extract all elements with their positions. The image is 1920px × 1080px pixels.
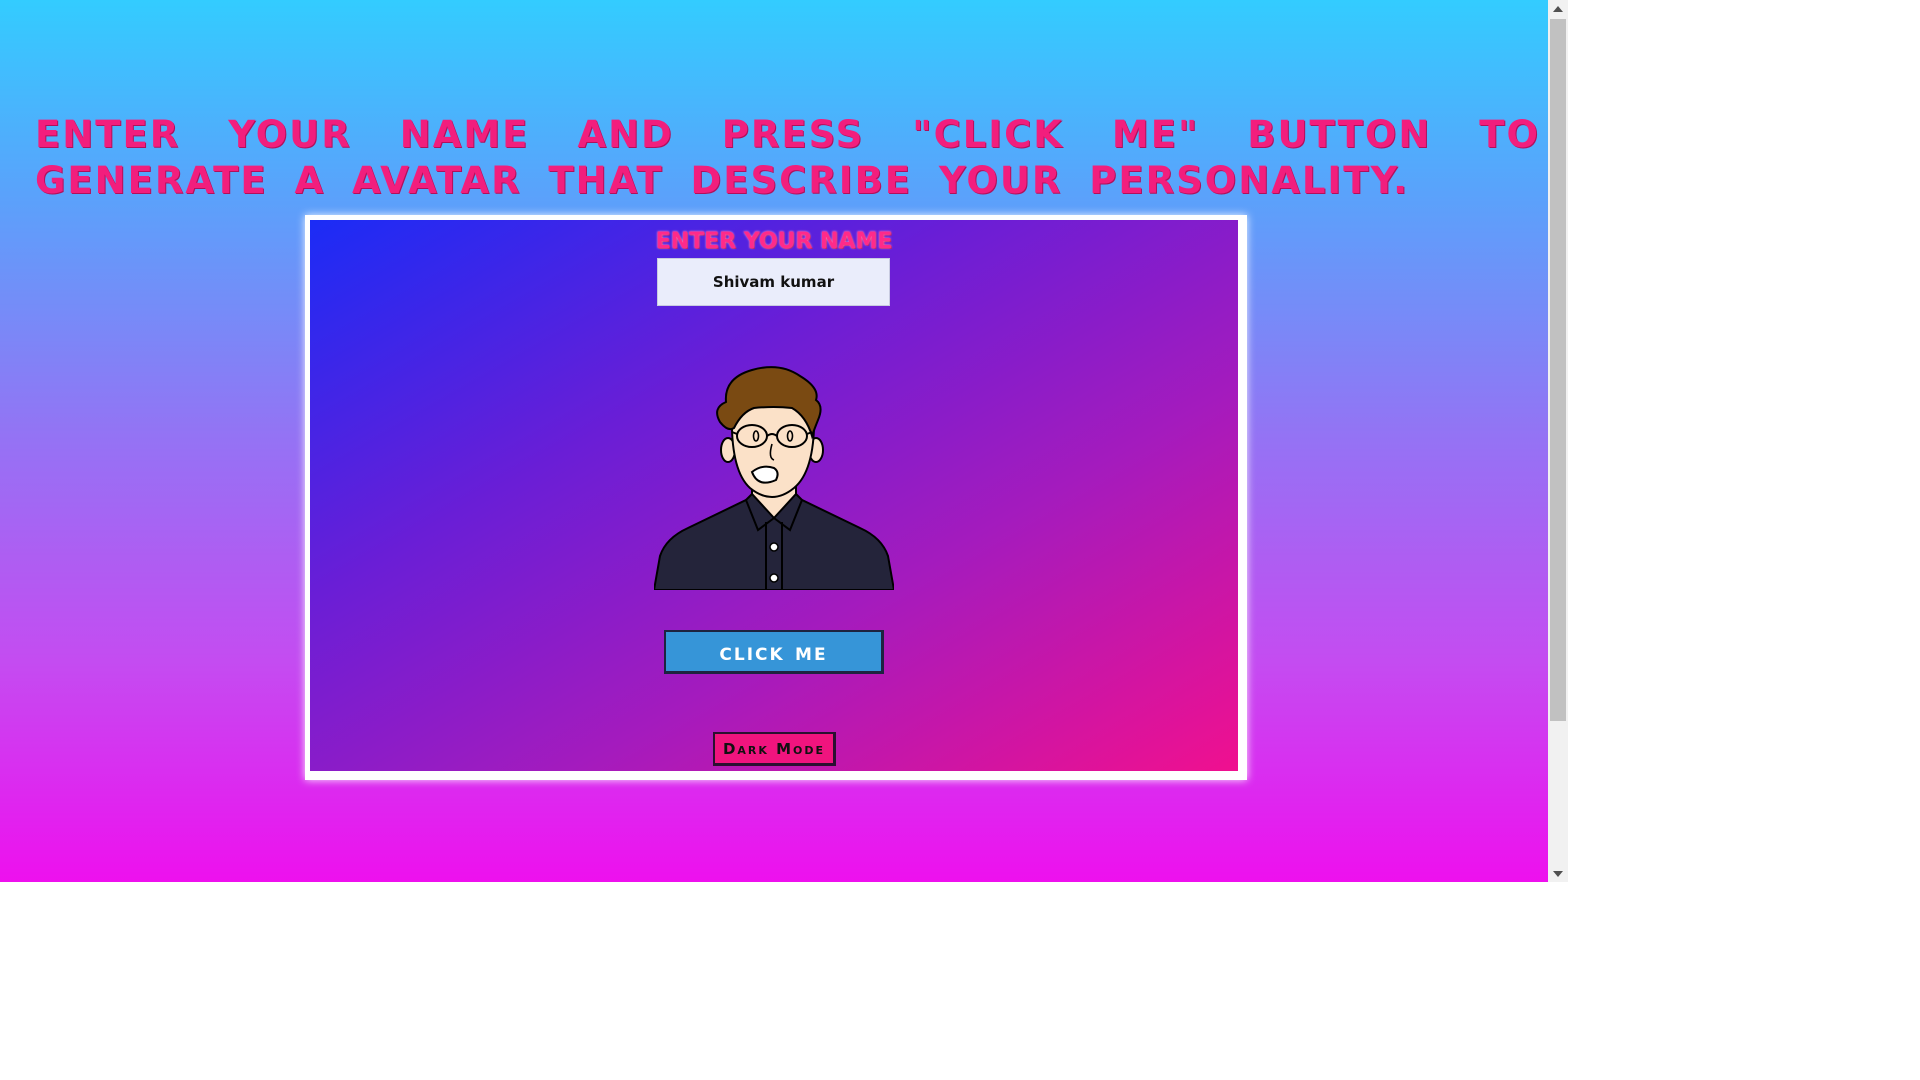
avatar-card: ENTER YOUR NAME Shivam kumar click me Da… <box>310 220 1238 771</box>
dark-mode-button[interactable]: Dark Mode <box>713 732 836 766</box>
vertical-scrollbar[interactable] <box>1548 0 1568 882</box>
scrollbar-thumb[interactable] <box>1550 19 1566 721</box>
instruction-headline: Enter your name and press "click me" but… <box>35 113 1540 202</box>
click-me-button[interactable]: Click Me <box>664 630 884 674</box>
name-label: ENTER YOUR NAME <box>655 229 893 254</box>
scroll-up-arrow-icon[interactable] <box>1548 0 1568 17</box>
name-input[interactable] <box>657 258 890 306</box>
male-avatar-with-glasses-icon <box>654 366 894 590</box>
scroll-down-arrow-icon[interactable] <box>1548 865 1568 882</box>
page-background: Enter your name and press "click me" but… <box>0 0 1548 882</box>
